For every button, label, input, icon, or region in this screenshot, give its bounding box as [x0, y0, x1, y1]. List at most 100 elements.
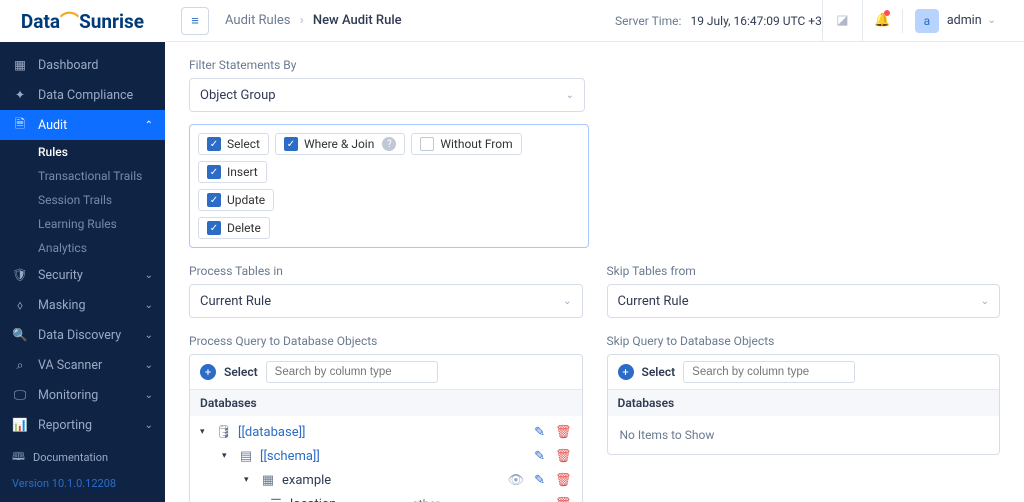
db-header: Databases — [190, 390, 582, 416]
tree-row-db[interactable]: ▾ 🛢 [[database]] ✎ 🗑 — [190, 420, 582, 444]
breadcrumb-sep-icon: › — [300, 13, 304, 28]
process-tree: ▾ 🛢 [[database]] ✎ 🗑 ▾ ▤ — [190, 416, 582, 502]
sub-analytics[interactable]: Analytics — [36, 236, 165, 260]
chevron-down-icon: ▾ — [244, 475, 254, 485]
add-button[interactable]: + — [618, 364, 634, 380]
help-icon[interactable]: ? — [382, 137, 396, 151]
delete-icon[interactable]: 🗑 — [555, 425, 572, 440]
nav-label: Documentation — [33, 451, 108, 464]
stmt-delete[interactable]: ✓ Delete — [198, 217, 270, 239]
nav-data-compliance[interactable]: ✦ Data Compliance — [0, 80, 165, 110]
filter-select[interactable]: Object Group ⌄ — [189, 78, 585, 112]
clipboard-button[interactable]: ◪ — [822, 0, 862, 42]
sidebar-toggle-button[interactable]: ≡ — [181, 7, 209, 35]
chip-label: Where & Join — [304, 137, 374, 151]
statements-box: ✓ Select ✓ Where & Join ? Without From — [189, 124, 589, 248]
user-menu[interactable]: a admin ⌄ — [902, 9, 1008, 33]
tree-row-table[interactable]: ▾ ▦ example 👁 ✎ 🗑 — [190, 468, 582, 492]
nav-label: Audit — [38, 118, 67, 133]
sub-learning-rules[interactable]: Learning Rules — [36, 212, 165, 236]
breadcrumb-root[interactable]: Audit Rules — [225, 13, 291, 28]
chip-label: Select — [227, 137, 260, 151]
stmt-select[interactable]: ✓ Select — [198, 133, 269, 155]
sub-rules[interactable]: Rules — [36, 140, 165, 164]
database-icon: 🛢 — [216, 424, 232, 440]
nav-label: Data Discovery — [38, 328, 121, 343]
edit-icon[interactable]: ✎ — [534, 473, 545, 488]
process-tables-select[interactable]: Current Rule ⌄ — [189, 284, 583, 318]
skip-tables-label: Skip Tables from — [607, 264, 1001, 278]
chevron-down-icon: ⌄ — [145, 330, 153, 341]
nav-label: Security — [38, 268, 83, 283]
chevron-down-icon: ⌄ — [981, 296, 989, 307]
filter-label: Filter Statements By — [189, 58, 1000, 72]
chevron-down-icon: ⌄ — [988, 15, 996, 26]
sub-transactional-trails[interactable]: Transactional Trails — [36, 164, 165, 188]
skip-query-search-input[interactable] — [683, 361, 855, 383]
skip-query-panel: + Select Databases No Items to Show — [607, 354, 1001, 455]
nav-monitoring[interactable]: 🖵 Monitoring ⌄ — [0, 380, 165, 410]
checkbox-empty-icon — [420, 137, 434, 151]
user-name: admin — [947, 13, 982, 28]
tree-row-schema[interactable]: ▾ ▤ [[schema]] ✎ 🗑 — [190, 444, 582, 468]
checkbox-checked-icon: ✓ — [284, 137, 298, 151]
logo-right: Sunrise — [79, 10, 144, 33]
stmt-without-from[interactable]: Without From — [411, 133, 521, 155]
version-text: Version 10.1.0.12208 — [12, 477, 153, 490]
filter-selected: Object Group — [200, 88, 276, 103]
stmt-update[interactable]: ✓ Update — [198, 189, 274, 211]
nav-label: Data Compliance — [38, 88, 133, 103]
chevron-down-icon: ▾ — [200, 427, 210, 437]
checkbox-checked-icon: ✓ — [207, 221, 221, 235]
nav-dashboard[interactable]: ▦ Dashboard — [0, 50, 165, 80]
tree-row-col[interactable]: ☰ location other 🗑 — [190, 492, 582, 502]
eye-icon[interactable]: 👁 — [508, 473, 525, 488]
skip-tables-select[interactable]: Current Rule ⌄ — [607, 284, 1001, 318]
process-query-search-input[interactable] — [266, 361, 438, 383]
add-button[interactable]: + — [200, 364, 216, 380]
notifications-button[interactable]: 🔔 — [862, 0, 902, 42]
sidebar: Data⌒Sunrise ▦ Dashboard ✦ Data Complian… — [0, 0, 165, 502]
checkbox-checked-icon: ✓ — [207, 193, 221, 207]
nav-masking[interactable]: ⬨ Masking ⌄ — [0, 290, 165, 320]
nav-audit[interactable]: 🗎 Audit ⌃ — [0, 110, 165, 140]
nav-data-discovery[interactable]: 🔍 Data Discovery ⌄ — [0, 320, 165, 350]
stmt-where-join[interactable]: ✓ Where & Join ? — [275, 133, 405, 155]
delete-icon[interactable]: 🗑 — [555, 473, 572, 488]
nav-audit-sub: Rules Transactional Trails Session Trail… — [0, 140, 165, 260]
breadcrumb: Audit Rules › New Audit Rule — [225, 13, 402, 28]
chevron-up-icon: ⌃ — [145, 120, 153, 131]
delete-icon[interactable]: 🗑 — [555, 449, 572, 464]
db-header: Databases — [608, 390, 1000, 416]
edit-icon[interactable]: ✎ — [534, 425, 545, 440]
tree-label: [[schema]] — [260, 449, 320, 464]
nav-label: VA Scanner — [38, 358, 102, 373]
tree-label: [[database]] — [238, 425, 306, 440]
tree-label: example — [282, 473, 331, 488]
process-query-label: Process Query to Database Objects — [189, 334, 583, 348]
chip-label: Delete — [227, 221, 261, 235]
server-time-label: Server Time: — [615, 14, 681, 28]
chevron-down-icon: ⌄ — [145, 390, 153, 401]
delete-icon[interactable]: 🗑 — [555, 497, 572, 502]
col-tag: other — [412, 497, 440, 502]
chevron-down-icon: ▾ — [222, 451, 232, 461]
search-icon: 🔍 — [12, 327, 28, 343]
notification-dot-icon — [884, 10, 890, 16]
stmt-insert[interactable]: ✓ Insert — [198, 161, 267, 183]
nav-security[interactable]: 🛡 Security ⌄ — [0, 260, 165, 290]
sub-session-trails[interactable]: Session Trails — [36, 188, 165, 212]
edit-icon[interactable]: ✎ — [534, 449, 545, 464]
chevron-down-icon: ⌄ — [145, 360, 153, 371]
nav-va-scanner[interactable]: ⌕ VA Scanner ⌄ — [0, 350, 165, 380]
dashboard-icon: ▦ — [12, 57, 28, 73]
report-icon: 📊 — [12, 417, 28, 433]
chevron-down-icon: ⌄ — [563, 296, 571, 307]
content: Filter Statements By Object Group ⌄ ✓ Se… — [165, 42, 1024, 502]
chevron-down-icon: ⌄ — [145, 300, 153, 311]
nav-documentation[interactable]: 🕮 Documentation — [12, 448, 153, 467]
doc-icon: 🕮 — [12, 448, 25, 467]
nav-reporting[interactable]: 📊 Reporting ⌄ — [0, 410, 165, 436]
shield-icon: 🛡 — [12, 267, 28, 283]
main: ≡ Audit Rules › New Audit Rule Server Ti… — [165, 0, 1024, 502]
